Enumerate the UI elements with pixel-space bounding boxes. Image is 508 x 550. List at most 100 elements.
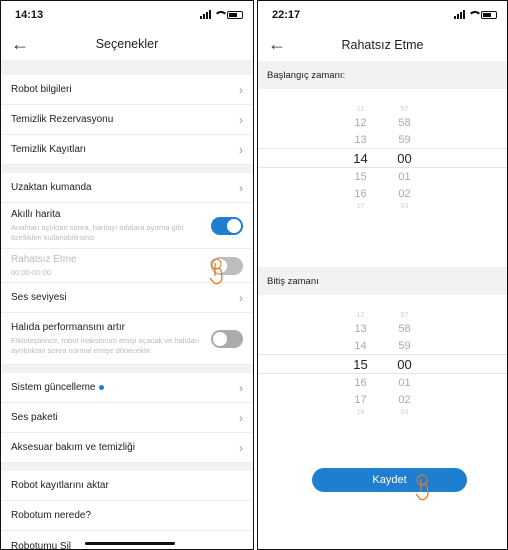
save-label: Kaydet [372,474,407,486]
row-label: Robotum nerede? [11,510,92,521]
status-time: 22:17 [272,8,301,21]
row-label: Aksesuar bakım ve temizliği [11,442,135,453]
row-label: Temizlik Rezervasyonu [11,114,114,125]
row-label: Ses seviyesi [11,292,67,303]
hour-value: 12 [356,312,365,319]
chevron-right-icon: › [239,380,243,395]
row-smart-map: Akıllı harita Anahtarı açtıktan sonra, h… [1,203,253,249]
picker-row: 11 57 [258,105,507,114]
row-accessory-care[interactable]: Aksesuar bakım ve temizliği › [1,433,253,463]
hour-value: 13 [354,133,367,146]
chevron-right-icon: › [239,290,243,305]
row-label: Robot kayıtlarını aktar [11,480,109,491]
status-bar: 14:13 [1,1,253,28]
picker-selected-row: 15 00 [258,354,507,374]
row-cleaning-schedule[interactable]: Temizlik Rezervasyonu › [1,105,253,135]
picker-row: 14 59 [258,337,507,354]
row-label: Temizlik Kayıtları [11,144,87,155]
start-time-picker[interactable]: 11 57 12 58 13 59 14 00 15 01 16 02 17 03 [258,89,507,267]
back-arrow-icon[interactable]: ← [268,34,286,55]
page-title: Seçenekler [95,37,159,51]
row-volume[interactable]: Ses seviyesi › [1,283,253,313]
row-description: Etkinleştirince, robot maksimum emişi aç… [11,335,199,355]
picker-row: 12 57 [258,311,507,320]
row-description: Anahtarı açtıktan sonra, haritayı odalar… [11,222,184,242]
row-label: Akıllı harita [11,208,61,220]
picker-row: 13 58 [258,320,507,337]
row-system-update[interactable]: Sistem güncelleme › [1,373,253,403]
dnd-time: 00:00-00:00 [11,267,52,277]
hour-value: 16 [354,187,367,200]
row-label: Halıda performansını artır [11,321,125,333]
hour-value: 18 [356,409,365,416]
minute-value: 58 [398,116,411,129]
hour-value: 17 [356,203,365,210]
section-gap [1,365,253,373]
signal-icon [200,10,211,19]
wifi-icon [468,10,482,19]
minute-value: 02 [398,393,411,406]
minute-value: 03 [400,203,409,210]
minute-value: 57 [400,106,409,113]
chevron-right-icon: › [239,112,243,127]
back-arrow-icon[interactable]: ← [11,34,29,55]
picker-row: 17 02 [258,391,507,408]
tap-hand-icon [209,258,223,285]
section-gap [1,61,253,75]
row-label: Robotumu Sil [11,540,72,550]
row-label: Rahatsız Etme [11,253,77,265]
row-dnd: Rahatsız Etme 00:00-00:00 [1,249,253,285]
minute-value: 00 [397,356,412,372]
chevron-right-icon: › [239,142,243,157]
hour-value: 11 [356,106,365,113]
wifi-icon [214,10,228,19]
minute-value: 02 [398,187,411,200]
options-screen: 14:13 ← Seçenekler Robot bilgileri › Tem… [0,0,254,550]
minute-value: 58 [398,322,411,335]
row-cleaning-records[interactable]: Temizlik Kayıtları › [1,135,253,165]
picker-row: 12 58 [258,114,507,131]
nav-bar: ← Rahatsız Etme [258,28,507,61]
end-time-picker[interactable]: 12 57 13 58 14 59 15 00 16 01 17 02 18 03 [258,295,507,435]
save-button[interactable]: Kaydet [312,468,467,492]
row-export-logs[interactable]: Robot kayıtlarını aktar [1,471,253,501]
tap-hand-icon [415,474,429,501]
minute-value: 00 [397,150,412,166]
picker-row: 16 01 [258,374,507,391]
row-remote-control[interactable]: Uzaktan kumanda › [1,173,253,203]
minute-value: 01 [398,376,411,389]
row-robot-info[interactable]: Robot bilgileri › [1,75,253,105]
minute-value: 03 [400,409,409,416]
hour-value: 13 [354,322,367,335]
hour-value: 14 [354,339,367,352]
row-delete-robot[interactable]: Robotumu Sil [1,531,253,550]
picker-selected-row: 14 00 [258,148,507,168]
hour-value: 17 [354,393,367,406]
dnd-screen: 22:17 ← Rahatsız Etme Başlangıç zamanı: … [257,0,508,550]
battery-icon [227,10,243,19]
row-voice-pack[interactable]: Ses paketi › [1,403,253,433]
chevron-right-icon: › [239,82,243,97]
start-time-label: Başlangıç zamanı: [258,61,507,89]
hour-value: 12 [354,116,367,129]
nav-bar: ← Seçenekler [1,28,253,61]
hour-value: 15 [354,170,367,183]
smart-map-toggle[interactable] [211,216,243,235]
hour-value: 14 [353,150,368,166]
end-time-label: Bitiş zamanı [258,267,507,295]
section-gap [1,463,253,471]
carpet-boost-toggle[interactable] [211,329,243,348]
section-gap [1,165,253,173]
row-label: Robot bilgileri [11,84,72,95]
picker-row: 15 01 [258,168,507,185]
row-label: Uzaktan kumanda [11,182,92,193]
row-find-robot[interactable]: Robotum nerede? [1,501,253,531]
minute-value: 01 [398,170,411,183]
update-dot-icon [99,384,105,390]
chevron-right-icon: › [239,440,243,455]
status-time: 14:13 [15,8,44,21]
page-title: Rahatsız Etme [341,37,424,52]
row-label: Sistem güncelleme [11,382,96,393]
row-carpet-boost: Halıda performansını artır Etkinleştirin… [1,313,253,365]
minute-value: 59 [398,133,411,146]
